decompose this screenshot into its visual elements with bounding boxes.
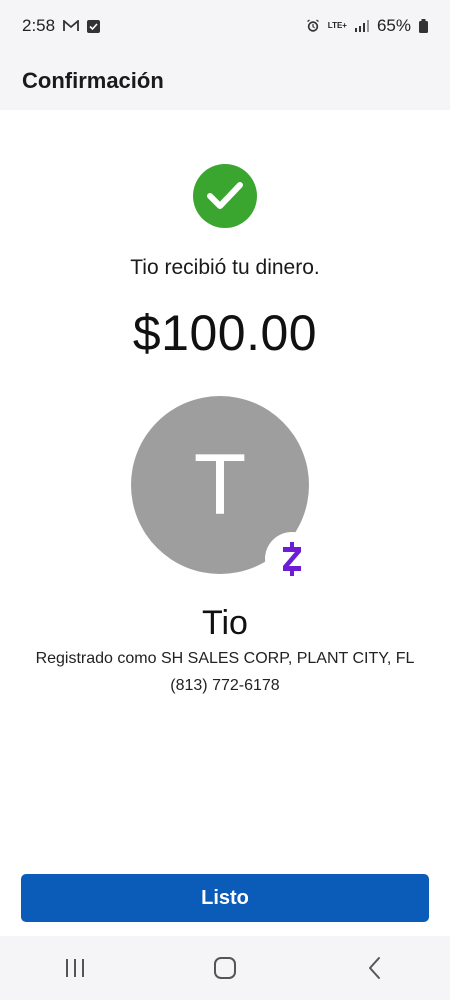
battery-icon xyxy=(419,19,428,33)
page-title: Confirmación xyxy=(22,68,164,93)
status-left: 2:58 xyxy=(22,16,101,36)
recipient-phone: (813) 772-6178 xyxy=(170,677,280,694)
avatar-initial: T xyxy=(193,437,247,533)
status-time: 2:58 xyxy=(22,16,56,35)
status-right: LTE+ 65% xyxy=(306,16,428,36)
system-nav-bar xyxy=(0,936,450,1000)
network-type: LTE+ xyxy=(327,21,347,30)
amount-sent: $100.00 xyxy=(132,305,318,361)
recent-apps-icon[interactable] xyxy=(45,948,105,988)
battery-percent: 65% xyxy=(376,16,411,35)
zelle-icon xyxy=(265,532,319,586)
alarm-icon xyxy=(306,19,320,33)
status-bar: 2:58 LTE+ 65% xyxy=(0,0,450,52)
app-header: Confirmación xyxy=(0,52,450,110)
recipient-registration: Registrado como SH SALES CORP, PLANT CIT… xyxy=(35,650,415,667)
success-message: Tio recibió tu dinero. xyxy=(130,256,320,279)
confirmation-content: Tio recibió tu dinero. $100.00 T Tio Reg… xyxy=(0,110,450,936)
home-icon[interactable] xyxy=(195,948,255,988)
signal-icon xyxy=(354,20,369,32)
done-button[interactable]: Listo xyxy=(21,874,429,922)
recipient-name: Tio xyxy=(202,604,248,642)
checkmark-icon xyxy=(193,164,257,228)
checkbox-notification-icon xyxy=(87,19,101,33)
gmail-icon xyxy=(63,20,79,32)
back-icon[interactable] xyxy=(345,948,405,988)
